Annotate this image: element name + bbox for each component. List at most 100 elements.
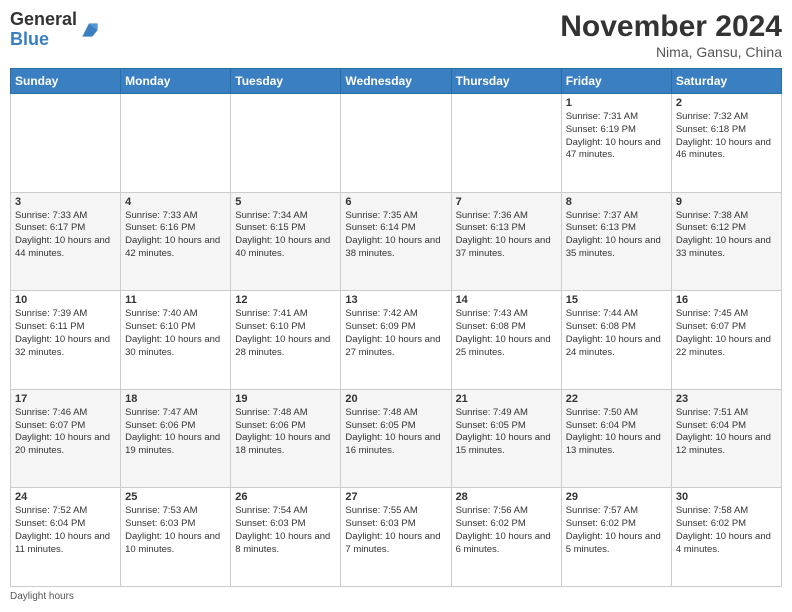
- day-info: Sunrise: 7:33 AMSunset: 6:16 PMDaylight:…: [125, 210, 226, 261]
- day-number: 5: [235, 196, 336, 208]
- location-subtitle: Nima, Gansu, China: [560, 44, 782, 60]
- day-number: 8: [566, 196, 667, 208]
- calendar-cell: [121, 94, 231, 193]
- calendar-cell: 24Sunrise: 7:52 AMSunset: 6:04 PMDayligh…: [11, 488, 121, 587]
- calendar-week-2: 3Sunrise: 7:33 AMSunset: 6:17 PMDaylight…: [11, 192, 782, 291]
- title-block: November 2024 Nima, Gansu, China: [560, 10, 782, 60]
- calendar-cell: 12 Sunrise: 7:41 AMSunset: 6:10 PMDayligh…: [231, 291, 341, 390]
- col-header-tuesday: Tuesday: [231, 69, 341, 94]
- calendar-cell: [11, 94, 121, 193]
- calendar-cell: 29Sunrise: 7:57 AMSunset: 6:02 PMDayligh…: [561, 488, 671, 587]
- day-number: 3: [15, 196, 116, 208]
- day-info: Sunrise: 7:35 AMSunset: 6:14 PMDaylight:…: [345, 210, 446, 261]
- day-info: Sunrise: 7:32 AMSunset: 6:18 PMDaylight:…: [676, 111, 777, 162]
- calendar-cell: 2 Sunrise: 7:32 AMSunset: 6:18 PMDaylight…: [671, 94, 781, 193]
- logo-text: General Blue: [10, 10, 77, 50]
- page: General Blue November 2024 Nima, Gansu, …: [0, 0, 792, 612]
- calendar-cell: 6Sunrise: 7:35 AMSunset: 6:14 PMDaylight…: [341, 192, 451, 291]
- calendar-cell: 9Sunrise: 7:38 AMSunset: 6:12 PMDaylight…: [671, 192, 781, 291]
- calendar-cell: 28 Sunrise: 7:56 AMSunset: 6:02 PMDayligh…: [451, 488, 561, 587]
- header: General Blue November 2024 Nima, Gansu, …: [10, 10, 782, 60]
- calendar-cell: 1 Sunrise: 7:31 AMSunset: 6:19 PMDaylight…: [561, 94, 671, 193]
- day-number: 30: [676, 491, 777, 503]
- day-number: 11: [125, 294, 226, 306]
- col-header-wednesday: Wednesday: [341, 69, 451, 94]
- day-number: 23: [676, 393, 777, 405]
- day-info: Sunrise: 7:44 AMSunset: 6:08 PMDaylight:…: [566, 308, 667, 359]
- calendar-cell: 18Sunrise: 7:47 AMSunset: 6:06 PMDayligh…: [121, 389, 231, 488]
- day-number: 28: [456, 491, 557, 503]
- day-number: 16: [676, 294, 777, 306]
- day-info: Sunrise: 7:31 AMSunset: 6:19 PMDaylight:…: [566, 111, 667, 162]
- day-number: 17: [15, 393, 116, 405]
- calendar-week-1: 1 Sunrise: 7:31 AMSunset: 6:19 PMDaylight…: [11, 94, 782, 193]
- calendar-cell: 21 Sunrise: 7:49 AMSunset: 6:05 PMDayligh…: [451, 389, 561, 488]
- calendar-cell: 20 Sunrise: 7:48 AMSunset: 6:05 PMDayligh…: [341, 389, 451, 488]
- calendar-cell: [341, 94, 451, 193]
- day-number: 13: [345, 294, 446, 306]
- day-info: Sunrise: 7:37 AMSunset: 6:13 PMDaylight:…: [566, 210, 667, 261]
- day-number: 21: [456, 393, 557, 405]
- calendar-week-4: 17 Sunrise: 7:46 AMSunset: 6:07 PMDayligh…: [11, 389, 782, 488]
- month-title: November 2024: [560, 10, 782, 44]
- day-number: 29: [566, 491, 667, 503]
- day-info: Sunrise: 7:42 AMSunset: 6:09 PMDaylight:…: [345, 308, 446, 359]
- calendar-cell: 30 Sunrise: 7:58 AMSunset: 6:02 PMDayligh…: [671, 488, 781, 587]
- calendar-cell: 13 Sunrise: 7:42 AMSunset: 6:09 PMDayligh…: [341, 291, 451, 390]
- logo-blue: Blue: [10, 29, 49, 49]
- day-number: 7: [456, 196, 557, 208]
- calendar-cell: 14 Sunrise: 7:43 AMSunset: 6:08 PMDayligh…: [451, 291, 561, 390]
- day-info: Sunrise: 7:46 AMSunset: 6:07 PMDaylight:…: [15, 407, 116, 458]
- calendar-cell: 25 Sunrise: 7:53 AMSunset: 6:03 PMDayligh…: [121, 488, 231, 587]
- day-number: 22: [566, 393, 667, 405]
- calendar-cell: 22 Sunrise: 7:50 AMSunset: 6:04 PMDayligh…: [561, 389, 671, 488]
- calendar-cell: 15Sunrise: 7:44 AMSunset: 6:08 PMDayligh…: [561, 291, 671, 390]
- day-info: Sunrise: 7:43 AMSunset: 6:08 PMDaylight:…: [456, 308, 557, 359]
- day-number: 12: [235, 294, 336, 306]
- day-info: Sunrise: 7:36 AMSunset: 6:13 PMDaylight:…: [456, 210, 557, 261]
- day-number: 14: [456, 294, 557, 306]
- calendar-cell: [451, 94, 561, 193]
- calendar-week-5: 24Sunrise: 7:52 AMSunset: 6:04 PMDayligh…: [11, 488, 782, 587]
- calendar-cell: 8 Sunrise: 7:37 AMSunset: 6:13 PMDaylight…: [561, 192, 671, 291]
- calendar-cell: 3Sunrise: 7:33 AMSunset: 6:17 PMDaylight…: [11, 192, 121, 291]
- calendar-cell: 10Sunrise: 7:39 AMSunset: 6:11 PMDayligh…: [11, 291, 121, 390]
- col-header-sunday: Sunday: [11, 69, 121, 94]
- day-number: 25: [125, 491, 226, 503]
- calendar-cell: 27Sunrise: 7:55 AMSunset: 6:03 PMDayligh…: [341, 488, 451, 587]
- day-info: Sunrise: 7:48 AMSunset: 6:05 PMDaylight:…: [345, 407, 446, 458]
- logo-icon: [79, 20, 99, 40]
- col-header-monday: Monday: [121, 69, 231, 94]
- calendar-cell: 5Sunrise: 7:34 AMSunset: 6:15 PMDaylight…: [231, 192, 341, 291]
- day-info: Sunrise: 7:41 AMSunset: 6:10 PMDaylight:…: [235, 308, 336, 359]
- day-number: 10: [15, 294, 116, 306]
- calendar-cell: 19Sunrise: 7:48 AMSunset: 6:06 PMDayligh…: [231, 389, 341, 488]
- day-info: Sunrise: 7:50 AMSunset: 6:04 PMDaylight:…: [566, 407, 667, 458]
- day-info: Sunrise: 7:55 AMSunset: 6:03 PMDaylight:…: [345, 505, 446, 556]
- calendar-cell: 23Sunrise: 7:51 AMSunset: 6:04 PMDayligh…: [671, 389, 781, 488]
- calendar-table: SundayMondayTuesdayWednesdayThursdayFrid…: [10, 68, 782, 587]
- day-number: 20: [345, 393, 446, 405]
- day-number: 1: [566, 97, 667, 109]
- calendar-cell: 16Sunrise: 7:45 AMSunset: 6:07 PMDayligh…: [671, 291, 781, 390]
- day-info: Sunrise: 7:58 AMSunset: 6:02 PMDaylight:…: [676, 505, 777, 556]
- calendar-cell: 17 Sunrise: 7:46 AMSunset: 6:07 PMDayligh…: [11, 389, 121, 488]
- day-info: Sunrise: 7:56 AMSunset: 6:02 PMDaylight:…: [456, 505, 557, 556]
- day-number: 4: [125, 196, 226, 208]
- logo-general: General: [10, 9, 77, 29]
- day-number: 2: [676, 97, 777, 109]
- calendar-cell: 7 Sunrise: 7:36 AMSunset: 6:13 PMDaylight…: [451, 192, 561, 291]
- footer: Daylight hours: [10, 591, 782, 602]
- calendar-cell: 26Sunrise: 7:54 AMSunset: 6:03 PMDayligh…: [231, 488, 341, 587]
- calendar-cell: [231, 94, 341, 193]
- col-header-friday: Friday: [561, 69, 671, 94]
- calendar-cell: 11Sunrise: 7:40 AMSunset: 6:10 PMDayligh…: [121, 291, 231, 390]
- day-info: Sunrise: 7:54 AMSunset: 6:03 PMDaylight:…: [235, 505, 336, 556]
- col-header-thursday: Thursday: [451, 69, 561, 94]
- day-number: 24: [15, 491, 116, 503]
- day-info: Sunrise: 7:53 AMSunset: 6:03 PMDaylight:…: [125, 505, 226, 556]
- day-info: Sunrise: 7:49 AMSunset: 6:05 PMDaylight:…: [456, 407, 557, 458]
- day-info: Sunrise: 7:47 AMSunset: 6:06 PMDaylight:…: [125, 407, 226, 458]
- calendar-week-3: 10Sunrise: 7:39 AMSunset: 6:11 PMDayligh…: [11, 291, 782, 390]
- day-info: Sunrise: 7:38 AMSunset: 6:12 PMDaylight:…: [676, 210, 777, 261]
